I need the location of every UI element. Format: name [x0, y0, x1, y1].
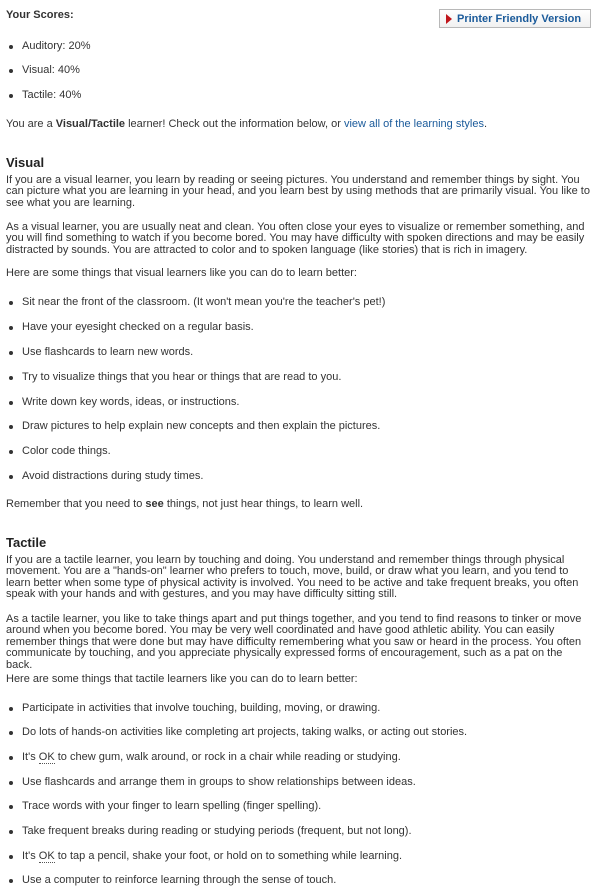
list-item: Trace words with your finger to learn sp…: [8, 800, 322, 812]
list-item: Use flashcards and arrange them in group…: [9, 776, 416, 788]
list-item: Avoid distractions during study times.: [8, 470, 204, 482]
ok-abbr: OK: [38, 751, 55, 764]
scores-title: Your Scores:: [6, 9, 74, 21]
list-item: Try to visualize things that you hear or…: [8, 371, 342, 383]
list-item: Do lots of hands-on activities like comp…: [8, 726, 468, 738]
list-item: Use a computer to reinforce learning thr…: [8, 874, 337, 886]
list-item: It's OK to tap a pencil, shake your foot…: [8, 850, 403, 863]
list-item: Draw pictures to help explain new concep…: [8, 420, 381, 432]
tactile-heading: Tactile: [6, 535, 47, 550]
result-sentence: You are a Visual/Tactile learner! Check …: [6, 118, 488, 130]
list-item: Participate in activities that involve t…: [8, 702, 381, 714]
tactile-paragraph-2: As a tactile learner, you like to take t…: [6, 613, 582, 671]
score-visual: Visual: 40%: [9, 64, 80, 76]
list-item: Write down key words, ideas, or instruct…: [8, 396, 240, 408]
list-item: It's OK to chew gum, walk around, or roc…: [9, 751, 401, 764]
learner-type: Visual/Tactile: [55, 118, 126, 130]
tactile-paragraph-1: If you are a tactile learner, you learn …: [6, 554, 579, 601]
visual-paragraph-1: If you are a visual learner, you learn b…: [6, 174, 590, 209]
view-all-styles-link[interactable]: view all of the learning styles: [344, 118, 484, 130]
list-item: Take frequent breaks during reading or s…: [9, 825, 412, 837]
visual-tips-intro: Here are some things that visual learner…: [6, 267, 357, 279]
score-auditory: Auditory: 20%: [8, 40, 91, 52]
visual-paragraph-2: As a visual learner, you are usually nea…: [6, 221, 585, 256]
list-item: Have your eyesight checked on a regular …: [9, 321, 254, 333]
visual-remember: Remember that you need to see things, no…: [6, 498, 364, 510]
ok-abbr: OK: [38, 850, 55, 863]
tactile-tips-intro: Here are some things that tactile learne…: [6, 673, 358, 685]
printer-friendly-button[interactable]: Printer Friendly Version: [439, 9, 591, 28]
printer-friendly-label: Printer Friendly Version: [457, 12, 582, 25]
play-arrow-icon: [446, 13, 452, 24]
list-item: Color code things.: [9, 445, 111, 457]
score-tactile: Tactile: 40%: [8, 89, 82, 101]
list-item: Use flashcards to learn new words.: [8, 346, 194, 358]
list-item: Sit near the front of the classroom. (It…: [8, 296, 386, 308]
visual-heading: Visual: [6, 155, 45, 170]
